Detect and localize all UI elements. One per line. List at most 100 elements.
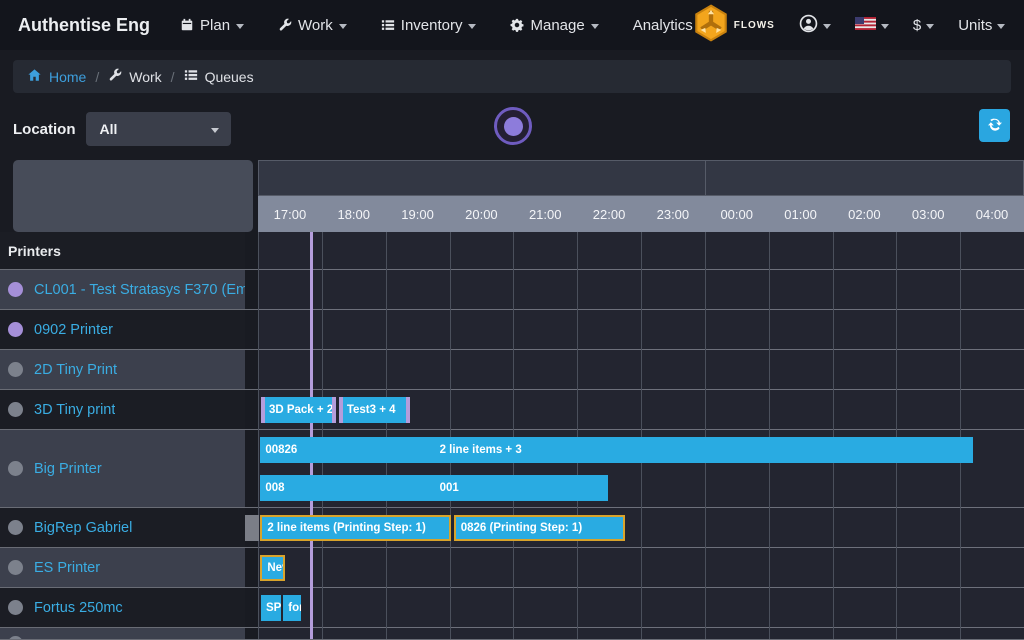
nav-menu-work[interactable]: Work [278, 17, 347, 34]
job-bar[interactable]: 00826 [260, 437, 434, 463]
job-bar-label: Test3 + 4 [347, 404, 396, 416]
job-bar[interactable]: Test3 + 4 [339, 397, 410, 423]
gantt-header: 17:0018:0019:0020:0021:0022:0023:0000:00… [0, 160, 1024, 232]
nav-menu-label: Inventory [401, 17, 463, 34]
job-bar-label: 2 line items + 3 [440, 444, 522, 456]
printer-row: 3D Tiny print 3D Pack + 2 Test3 + 4 [0, 390, 1024, 430]
breadcrumb-separator: / [95, 69, 99, 85]
refresh-icon [987, 116, 1003, 135]
job-bar[interactable]: 0826 (Printing Step: 1) [454, 515, 625, 541]
gantt-lane [245, 628, 1024, 639]
nav-menu-plan[interactable]: Plan [180, 17, 244, 34]
printer-row [0, 628, 1024, 640]
units-menu[interactable]: Units [958, 17, 1005, 34]
printer-name-link[interactable]: 0902 Printer [34, 322, 113, 338]
printer-name-link[interactable]: Big Printer [34, 461, 102, 477]
hour-label: 04:00 [960, 196, 1024, 232]
job-bar-label: 008 [265, 482, 284, 494]
printer-cell: 3D Tiny print [0, 390, 245, 429]
user-icon [799, 14, 818, 37]
breadcrumb-item-queues[interactable]: Queues [184, 68, 254, 85]
job-bar-label: 001 [440, 482, 459, 494]
hour-label: 18:00 [322, 196, 386, 232]
printer-name-link[interactable]: 2D Tiny Print [34, 362, 117, 378]
filter-toolbar: Location All [13, 111, 1011, 147]
chevron-down-icon [468, 24, 476, 29]
hour-label: 21:00 [513, 196, 577, 232]
chevron-down-icon [997, 24, 1005, 29]
breadcrumb: Home / Work / Queues [13, 60, 1011, 93]
printer-cell [0, 628, 245, 639]
nav-menu-manage[interactable]: Manage [510, 17, 598, 34]
job-bar[interactable]: 3D Pack + 2 [261, 397, 336, 423]
job-bar-label: 0826 (Printing Step: 1) [461, 522, 582, 534]
printer-status-dot-icon [8, 461, 23, 476]
nav-menu-inventory[interactable]: Inventory [381, 17, 477, 34]
job-bar[interactable]: Nev [260, 555, 284, 581]
gantt-corner [13, 160, 253, 232]
hour-label: 23:00 [641, 196, 705, 232]
printer-name-link[interactable]: Fortus 250mc [34, 600, 123, 616]
printer-cell: BigRep Gabriel [0, 508, 245, 547]
printer-name-link[interactable]: CL001 - Test Stratasys F370 (Emul [34, 282, 245, 298]
wrench-icon [108, 68, 122, 85]
printer-status-dot-icon [8, 362, 23, 377]
breadcrumb-separator: / [171, 69, 175, 85]
printer-cell: 0902 Printer [0, 310, 245, 349]
gantt-lane: 2 line items (Printing Step: 1) 0826 (Pri… [245, 508, 1024, 547]
printer-status-dot-icon [8, 402, 23, 417]
job-bar-fragment[interactable] [245, 515, 259, 541]
navbar-right: FLOWS $ Units ? [693, 4, 1024, 47]
chevron-down-icon [236, 24, 244, 29]
gantt-lane-stack [245, 270, 1024, 309]
language-menu[interactable] [855, 17, 889, 34]
nav-menu-label: Plan [200, 17, 230, 34]
gear-icon [510, 18, 524, 32]
breadcrumb-item-home[interactable]: Home [27, 68, 86, 85]
printer-name-link[interactable]: BigRep Gabriel [34, 520, 132, 536]
chevron-down-icon [881, 24, 889, 29]
hour-label: 00:00 [705, 196, 769, 232]
loading-spinner-icon [494, 107, 532, 145]
printer-status-dot-icon [8, 322, 23, 337]
job-bar[interactable]: 008 [260, 475, 434, 501]
location-select[interactable]: All [86, 112, 231, 146]
printer-status-dot-icon [8, 520, 23, 535]
breadcrumb-label: Queues [205, 69, 254, 85]
job-bar[interactable]: 2 line items + 3 [435, 437, 973, 463]
printer-row: BigRep Gabriel 2 line items (Printing Ste… [0, 508, 1024, 548]
printer-row: 2D Tiny Print [0, 350, 1024, 390]
job-bar[interactable]: 2 line items (Printing Step: 1) [260, 515, 450, 541]
breadcrumb-item-work[interactable]: Work [108, 68, 161, 85]
printer-row: CL001 - Test Stratasys F370 (Emul [0, 270, 1024, 310]
refresh-button[interactable] [979, 109, 1010, 142]
hour-label: 19:00 [386, 196, 450, 232]
nav-menu-label: Work [298, 17, 333, 34]
job-bar-label: for [288, 602, 300, 614]
brand-title: Authentise Eng [18, 15, 150, 36]
gantt-lane: Nev [245, 548, 1024, 587]
printer-cell: CL001 - Test Stratasys F370 (Emul [0, 270, 245, 309]
gantt-lane: 00826 2 line items + 3 [245, 430, 1024, 469]
hour-label: 17:00 [258, 196, 322, 232]
gantt-lane [245, 310, 1024, 349]
printer-cell: ES Printer [0, 548, 245, 587]
gantt-lane-stack: 2 line items (Printing Step: 1) 0826 (Pri… [245, 508, 1024, 547]
nav-menu-analytics[interactable]: Analytics [633, 17, 693, 34]
job-bar[interactable]: SP [261, 595, 281, 621]
hour-label: 03:00 [896, 196, 960, 232]
job-bar-label: SP [266, 602, 281, 614]
list-icon [381, 18, 395, 32]
currency-menu[interactable]: $ [913, 17, 934, 34]
job-bar[interactable]: for [283, 595, 300, 621]
user-menu[interactable] [799, 14, 831, 37]
nav-menus: Plan Work Inventory Manage Analytics [180, 17, 693, 34]
printer-status-dot-icon [8, 600, 23, 615]
top-navbar: Authentise Eng Plan Work Inventory Manage An… [0, 0, 1024, 50]
printer-name-link[interactable]: 3D Tiny print [34, 402, 115, 418]
flows-logo[interactable]: FLOWS [693, 4, 775, 47]
time-header: 17:0018:0019:0020:0021:0022:0023:0000:00… [258, 160, 1024, 232]
job-bar[interactable]: 001 [435, 475, 608, 501]
printer-name-link[interactable]: ES Printer [34, 560, 100, 576]
gantt-lane-stack: 00826 2 line items + 3 008 001 [245, 430, 1024, 507]
